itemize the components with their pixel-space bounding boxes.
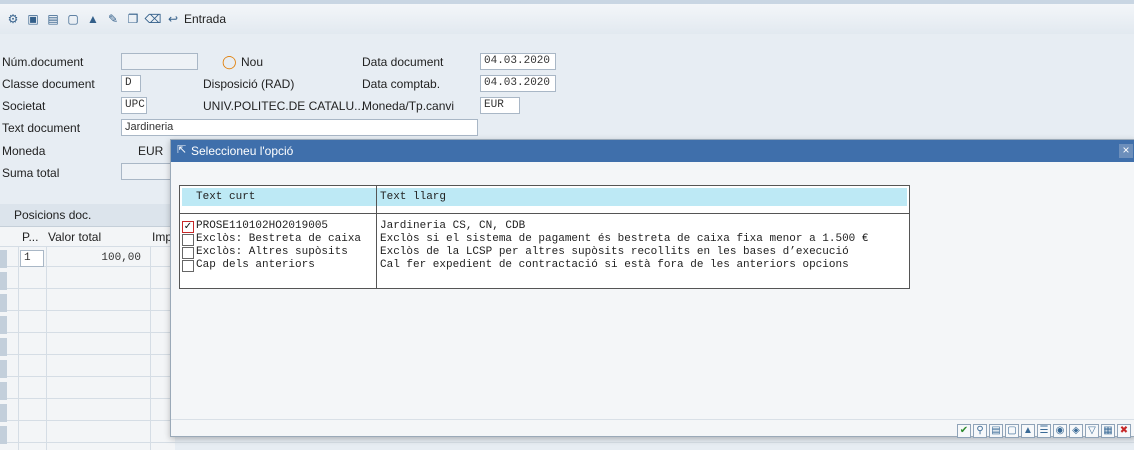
park-icon[interactable]: ▢ — [66, 12, 80, 26]
row-selector[interactable] — [0, 382, 7, 400]
header-separator — [180, 213, 909, 214]
grid-line — [0, 246, 175, 247]
text-document-field[interactable]: Jardineria — [121, 119, 478, 136]
select-all-icon[interactable]: ▤ — [989, 424, 1003, 438]
num-document-field[interactable] — [121, 53, 198, 70]
moneda-tp-canvi-label: Moneda/Tp.canvi — [362, 99, 455, 113]
hat-icon[interactable]: ⚙ — [6, 12, 20, 26]
option-checkbox[interactable]: ✓ — [182, 221, 194, 233]
option-short-text: Exclòs: Bestreta de caixa — [196, 233, 362, 245]
moneda-value: EUR — [138, 144, 164, 158]
grid-line — [0, 354, 175, 355]
grid-line — [0, 420, 175, 421]
confirm-icon[interactable]: ✔ — [957, 424, 971, 438]
search-next-icon[interactable]: ◈ — [1069, 424, 1083, 438]
societat-label: Societat — [2, 99, 46, 113]
row-selector[interactable] — [0, 404, 7, 422]
application-toolbar: ⚙ ▣ ▤ ▢ ▲ ✎ ❐ ⌫ ↩ Entrada — [0, 0, 1134, 34]
classe-document-field[interactable]: D — [121, 75, 141, 92]
option-checkbox[interactable] — [182, 234, 194, 246]
filter-funnel-icon[interactable]: ▽ — [1085, 424, 1099, 438]
dialog-button-bar: ✔ ⚲ ▤ ▢ ▲ ☰ ◉ ◈ ▽ ▦ ✖ — [957, 424, 1131, 438]
text-document-label: Text document — [2, 121, 81, 135]
copy-icon[interactable]: ❐ — [126, 12, 140, 26]
option-row[interactable]: Cap dels anteriors Cal fer expedient de … — [180, 259, 909, 273]
column-header-p[interactable]: P... — [22, 228, 38, 246]
row-selector[interactable] — [0, 250, 7, 268]
option-long-text: Jardineria CS, CN, CDB — [380, 220, 526, 232]
option-short-text: PROSE110102HO2019005 — [196, 220, 329, 232]
close-icon[interactable]: × — [1119, 144, 1133, 158]
data-document-label: Data document — [362, 55, 444, 69]
data-comptab-label: Data comptab. — [362, 77, 441, 91]
sort-asc-icon[interactable]: ▲ — [1021, 424, 1035, 438]
dialog-titlebar[interactable]: ⇱ Seleccioneu l'opció × — [171, 140, 1134, 162]
row-selector[interactable] — [0, 338, 7, 356]
positions-title: Posicions doc. — [14, 208, 92, 222]
num-document-label: Núm.document — [2, 55, 84, 69]
option-long-text: Exclòs si el sistema de pagament és best… — [380, 233, 869, 245]
grid-line — [175, 442, 1134, 443]
disposicio-label: Disposició (RAD) — [203, 77, 295, 91]
grid-line — [0, 288, 175, 289]
classe-document-label: Classe document — [2, 77, 95, 91]
suma-total-field[interactable] — [121, 163, 171, 180]
option-checkbox[interactable] — [182, 260, 194, 272]
post-icon[interactable]: ▤ — [46, 12, 60, 26]
option-checkbox[interactable] — [182, 247, 194, 259]
dialog-body: Text curt Text llarg ✓ PROSE110102HO2019… — [171, 162, 1134, 438]
suma-total-label: Suma total — [2, 166, 60, 180]
deselect-all-icon[interactable]: ▢ — [1005, 424, 1019, 438]
grid-line — [46, 246, 47, 450]
options-list-header: Text curt Text llarg — [182, 188, 907, 206]
moneda-label: Moneda — [2, 144, 46, 158]
options-list: Text curt Text llarg ✓ PROSE110102HO2019… — [179, 185, 910, 289]
row-selector[interactable] — [0, 294, 7, 312]
grid-line — [0, 310, 175, 311]
option-short-text: Exclòs: Altres supòsits — [196, 246, 348, 258]
data-comptab-field[interactable]: 04.03.2020 — [480, 75, 556, 92]
moneda-tp-canvi-field[interactable]: EUR — [480, 97, 520, 114]
row-selector[interactable] — [0, 316, 7, 334]
table-cell-valor-total[interactable]: 100,00 — [48, 250, 146, 267]
societat-name: UNIV.POLITEC.DE CATALU... — [203, 99, 365, 113]
grid-line — [18, 246, 19, 450]
hold-icon[interactable]: ▲ — [86, 12, 100, 26]
search-icon[interactable]: ◉ — [1053, 424, 1067, 438]
row-selector[interactable] — [0, 360, 7, 378]
option-long-text: Cal fer expedient de contractació si est… — [380, 259, 849, 271]
column-header-text-llarg[interactable]: Text llarg — [380, 188, 446, 206]
new-doc-icon: ◯ — [222, 54, 237, 69]
edit-icon[interactable]: ✎ — [106, 12, 120, 26]
dialog-footer-separator — [171, 419, 1134, 420]
window-icon: ⇱ — [177, 144, 187, 156]
grid-line — [150, 246, 151, 450]
find-icon[interactable]: ⚲ — [973, 424, 987, 438]
nou-label: Nou — [241, 55, 264, 69]
column-header-valor-total[interactable]: Valor total — [48, 228, 101, 246]
delete-icon[interactable]: ⌫ — [145, 12, 162, 26]
row-selector[interactable] — [0, 426, 7, 444]
grid-line — [0, 332, 175, 333]
dialog-title: Seleccioneu l'opció — [191, 144, 294, 158]
filter-icon[interactable]: ☰ — [1037, 424, 1051, 438]
option-long-text: Exclòs de la LCSP per altres supòsits re… — [380, 246, 849, 258]
layout-icon[interactable]: ▦ — [1101, 424, 1115, 438]
save-icon[interactable]: ▣ — [26, 12, 40, 26]
grid-line — [0, 376, 175, 377]
grid-line — [0, 398, 175, 399]
data-document-field[interactable]: 04.03.2020 — [480, 53, 556, 70]
row-selector[interactable] — [0, 272, 7, 290]
entrada-button[interactable]: Entrada — [184, 12, 226, 26]
select-option-dialog: ⇱ Seleccioneu l'opció × Text curt Text l… — [170, 139, 1134, 438]
societat-field[interactable]: UPC — [121, 97, 147, 114]
column-header-text-curt[interactable]: Text curt — [196, 188, 255, 206]
option-short-text: Cap dels anteriors — [196, 259, 315, 271]
enter-icon[interactable]: ↩ — [166, 12, 180, 26]
grid-line — [0, 442, 175, 443]
column-header-imp[interactable]: Imp — [152, 228, 172, 246]
cancel-icon[interactable]: ✖ — [1117, 424, 1131, 438]
table-cell-p[interactable]: 1 — [20, 250, 44, 267]
